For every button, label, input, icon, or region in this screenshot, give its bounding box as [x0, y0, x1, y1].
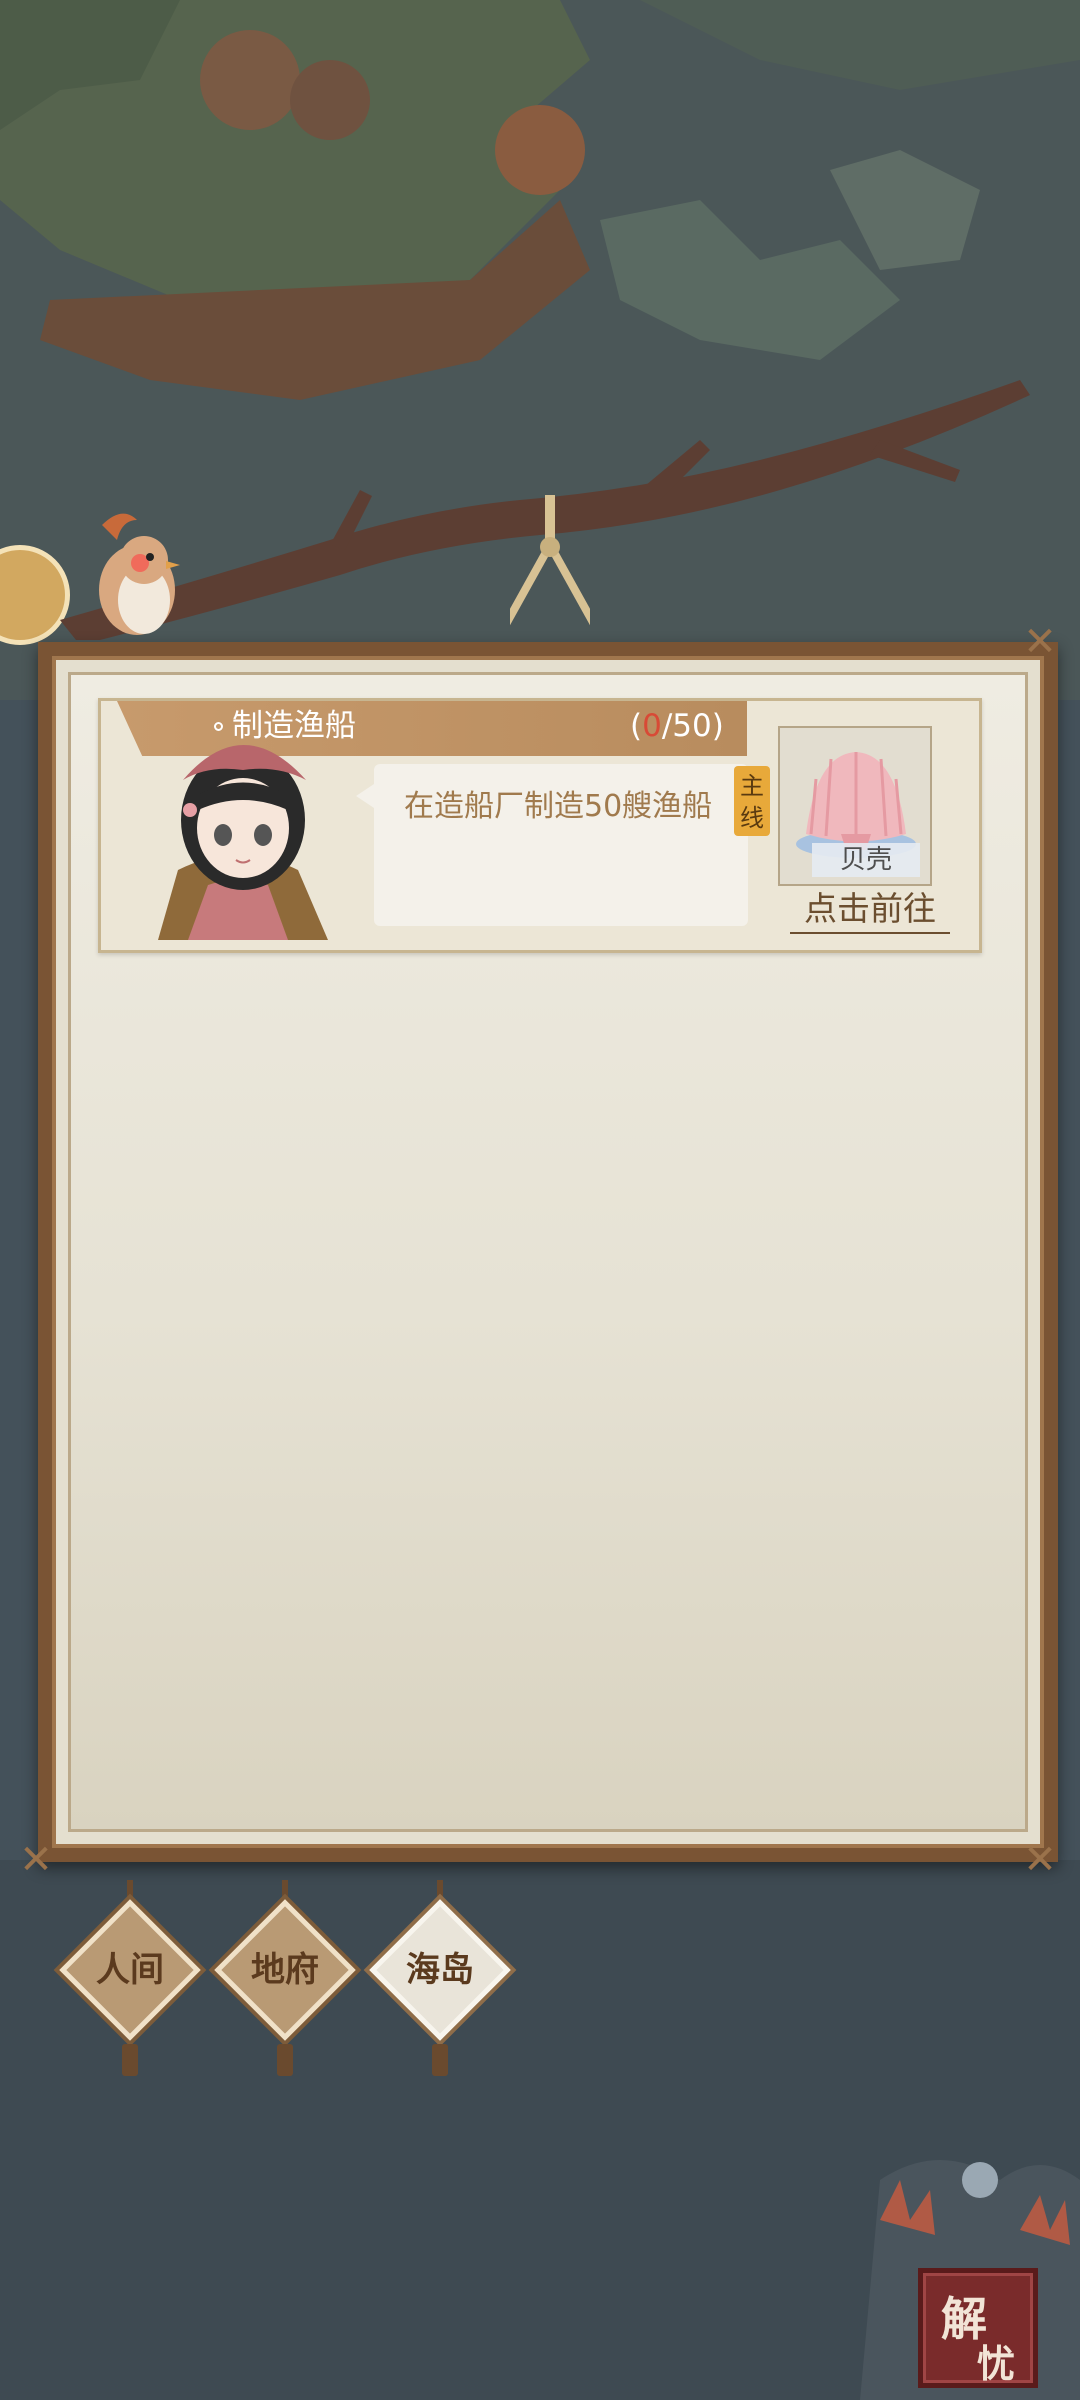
tab-difu[interactable]: 地府 — [214, 1880, 356, 2080]
rope-decoration — [510, 495, 590, 626]
tab-tassel — [122, 2044, 138, 2076]
reward-label: 贝壳 — [812, 843, 920, 877]
tab-tassel — [432, 2044, 448, 2076]
tab-renjian[interactable]: 人间 — [59, 1880, 201, 2080]
board-corner-icon: ✕ — [1023, 619, 1057, 665]
main-quest-tag: 主线 — [734, 766, 770, 836]
progress-open: ( — [630, 708, 643, 744]
npc-avatar — [158, 745, 328, 940]
progress-current: 0 — [642, 708, 662, 744]
board-corner-icon: ✕ — [19, 1837, 53, 1883]
goto-button[interactable]: 点击前往 — [790, 886, 950, 934]
jieyou-seal-button[interactable]: 解 忧 — [918, 2268, 1038, 2388]
tab-haidao[interactable]: 海岛 — [369, 1880, 511, 2080]
tab-label: 海岛 — [406, 1950, 474, 1990]
seal-char-2: 忧 — [977, 2341, 1016, 2386]
tab-label: 人间 — [96, 1950, 164, 1990]
tab-tassel — [277, 2044, 293, 2076]
tab-label: 地府 — [251, 1950, 319, 1990]
bird-decoration — [99, 513, 180, 635]
quest-description: 在造船厂制造50艘渔船 — [404, 789, 713, 824]
board-corner-icon: ✕ — [1023, 1837, 1057, 1883]
quest-progress: (0/50) — [630, 700, 724, 752]
progress-total: /50) — [661, 708, 724, 744]
